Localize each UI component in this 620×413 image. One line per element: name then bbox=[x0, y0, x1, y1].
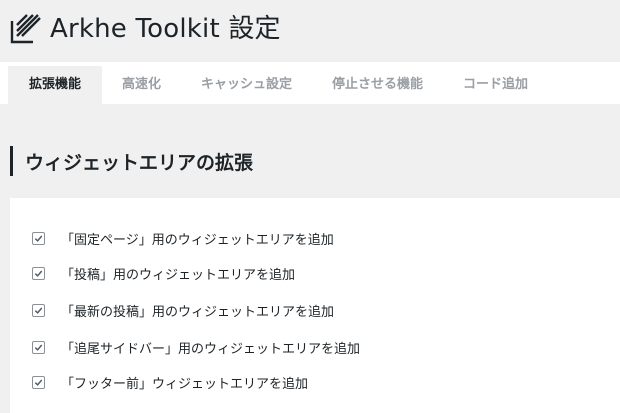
tab-add-code[interactable]: コード追加 bbox=[443, 66, 548, 104]
post-widget-checkbox[interactable] bbox=[32, 266, 45, 280]
checkmark-icon bbox=[34, 270, 43, 277]
option-sticky-sidebar-widget-area[interactable]: 「追尾サイドバー」用のウィジェットエリアを追加 bbox=[32, 337, 360, 357]
page-widget-checkbox[interactable] bbox=[32, 231, 45, 245]
settings-tabs: 拡張機能 高速化 キャッシュ設定 停止させる機能 コード追加 bbox=[8, 66, 548, 104]
before-footer-widget-checkbox[interactable] bbox=[32, 375, 45, 389]
latest-posts-widget-checkbox[interactable] bbox=[32, 303, 45, 317]
tab-speedup[interactable]: 高速化 bbox=[102, 66, 181, 104]
page-title: Arkhe Toolkit 設定 bbox=[50, 14, 281, 44]
checkmark-icon bbox=[34, 344, 43, 351]
option-page-widget-area[interactable]: 「固定ページ」用のウィジェットエリアを追加 bbox=[32, 228, 334, 248]
sticky-sidebar-widget-checkbox[interactable] bbox=[32, 340, 45, 354]
option-post-widget-area[interactable]: 「投稿」用のウィジェットエリアを追加 bbox=[32, 263, 295, 283]
option-before-footer-widget-area[interactable]: 「フッター前」ウィジェットエリアを追加 bbox=[32, 372, 308, 392]
tab-cache-settings[interactable]: キャッシュ設定 bbox=[181, 66, 312, 104]
arkhe-logo-icon bbox=[10, 12, 42, 44]
option-label: 「追尾サイドバー」用のウィジェットエリアを追加 bbox=[61, 341, 361, 357]
section-title: ウィジェットエリアの拡張 bbox=[25, 151, 254, 174]
option-label: 「固定ページ」用のウィジェットエリアを追加 bbox=[61, 232, 334, 248]
tab-disable-features[interactable]: 停止させる機能 bbox=[312, 66, 443, 104]
option-latest-posts-widget-area[interactable]: 「最新の投稿」用のウィジェットエリアを追加 bbox=[32, 300, 334, 320]
option-label: 「最新の投稿」用のウィジェットエリアを追加 bbox=[61, 304, 335, 320]
option-label: 「投稿」用のウィジェットエリアを追加 bbox=[61, 267, 296, 283]
option-label: 「フッター前」ウィジェットエリアを追加 bbox=[61, 376, 309, 392]
checkmark-icon bbox=[34, 379, 43, 386]
tab-extensions[interactable]: 拡張機能 bbox=[8, 66, 102, 104]
page-header: Arkhe Toolkit 設定 bbox=[0, 0, 620, 62]
checkmark-icon bbox=[34, 307, 43, 314]
section-accent-bar bbox=[10, 146, 13, 176]
checkmark-icon bbox=[34, 235, 43, 242]
options-panel: 「固定ページ」用のウィジェットエリアを追加 「投稿」用のウィジェットエリアを追加… bbox=[10, 198, 620, 413]
section-header: ウィジェットエリアの拡張 bbox=[10, 146, 253, 176]
